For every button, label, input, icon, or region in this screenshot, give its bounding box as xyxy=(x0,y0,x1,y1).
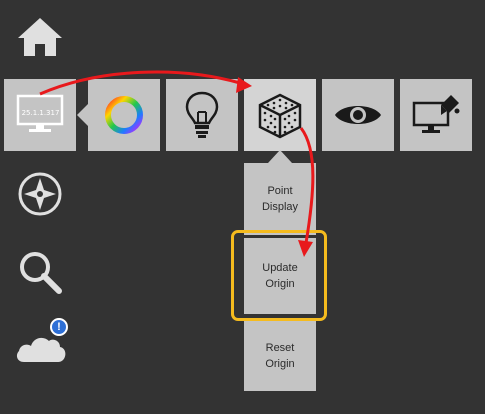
menu-item-label: Point xyxy=(267,185,293,197)
tile-monitor-paint[interactable] xyxy=(400,79,472,151)
eye-icon xyxy=(335,106,381,124)
monitor-paint-icon xyxy=(412,95,460,133)
dropdown-pointer xyxy=(268,150,292,163)
menu-item-label: Display xyxy=(261,201,299,213)
menu-item-point-display[interactable]: Point Display xyxy=(244,163,316,235)
home-icon[interactable] xyxy=(16,15,64,59)
menu-item-label: Reset xyxy=(265,342,295,354)
tile-lightbulb[interactable] xyxy=(166,79,238,151)
monitor-ip-label: 25.1.1.317 xyxy=(21,109,60,117)
annotation-arrows xyxy=(39,70,315,257)
notification-badge: ! xyxy=(50,318,68,336)
menu-item-reset-origin[interactable]: Reset Origin xyxy=(244,321,316,391)
lightbulb-icon xyxy=(185,91,219,138)
tile-point-cloud[interactable] xyxy=(244,79,316,151)
highlight-box xyxy=(231,230,327,321)
color-wheel-icon xyxy=(105,96,143,134)
tile-color-wheel[interactable] xyxy=(88,79,160,151)
point-cloud-cube-icon xyxy=(258,93,302,139)
search-icon[interactable] xyxy=(17,249,63,295)
menu-item-label: Origin xyxy=(265,358,295,370)
compass-icon[interactable] xyxy=(17,171,63,217)
tile-eye[interactable] xyxy=(322,79,394,151)
